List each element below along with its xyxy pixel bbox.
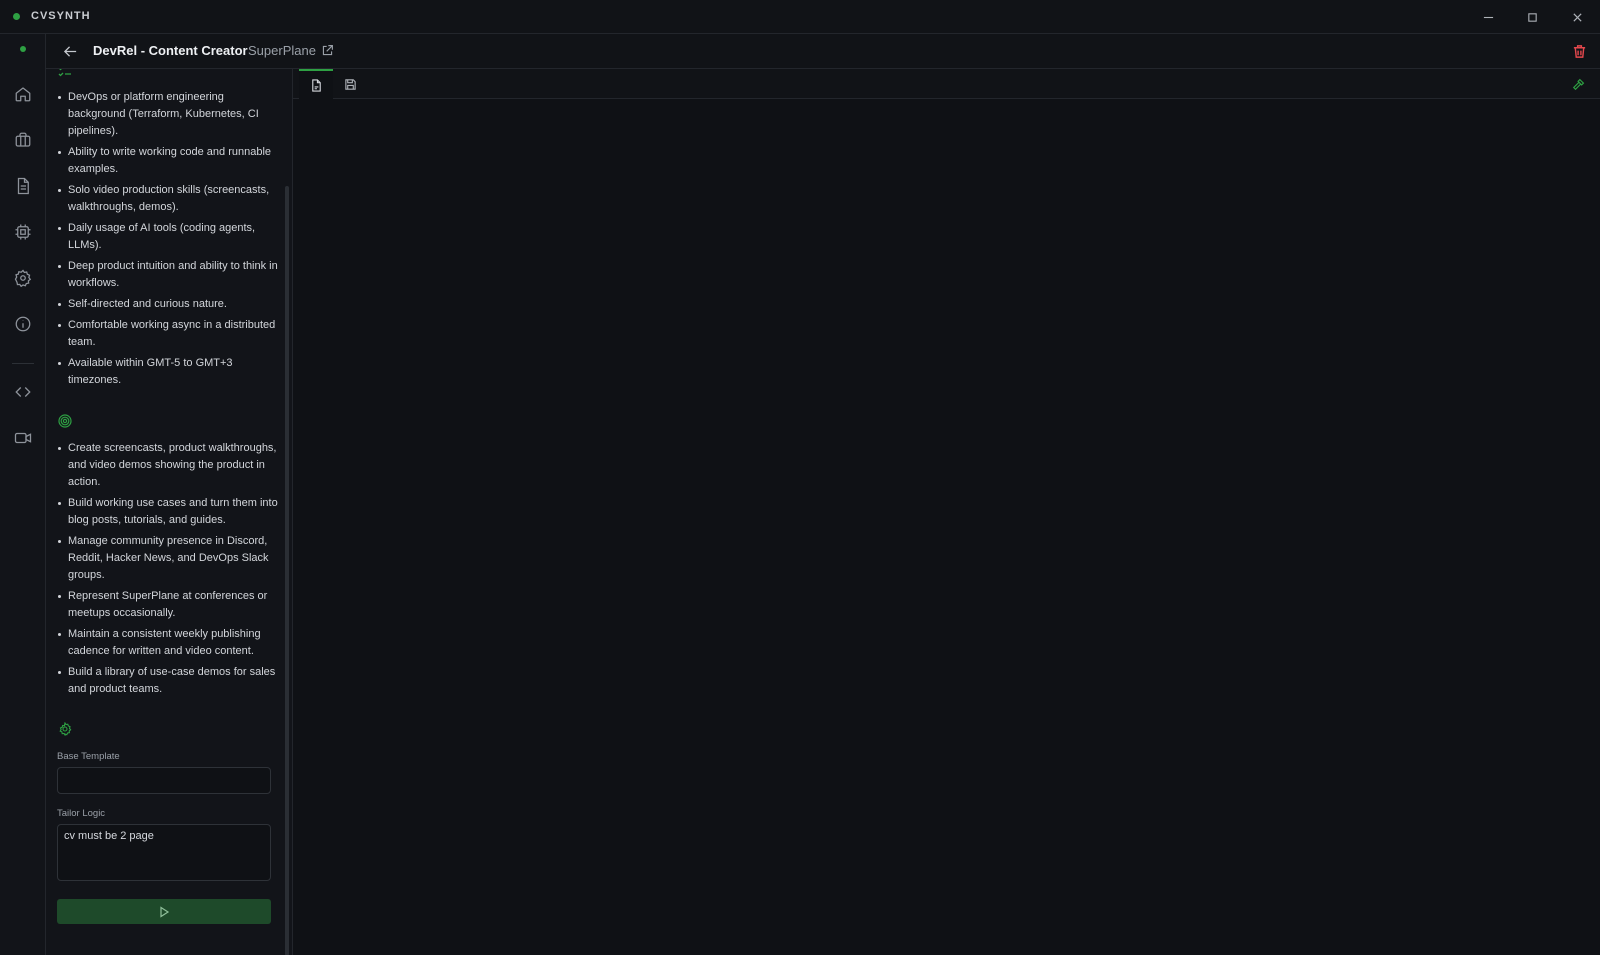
list-item: Comfortable working async in a distribut… [58,317,280,351]
minimize-icon[interactable] [1477,6,1499,28]
info-icon[interactable] [11,312,35,336]
panel-scrollbar[interactable] [285,186,289,955]
chip-icon[interactable] [11,220,35,244]
base-template-label: Base Template [57,751,120,762]
list-item: Build a library of use-case demos for sa… [58,664,280,698]
hammer-icon[interactable] [1570,75,1588,93]
run-button[interactable] [57,899,271,924]
tab-save[interactable] [333,69,367,99]
trash-icon[interactable] [1568,40,1590,62]
list-item: Ability to write working code and runnab… [58,144,280,178]
list-item: Manage community presence in Discord, Re… [58,533,280,584]
job-title: DevRel - Content Creator [93,43,248,58]
list-item: DevOps or platform engineering backgroun… [58,89,280,140]
tailor-logic-textarea[interactable]: cv must be 2 page [57,824,271,881]
base-template-input[interactable] [57,767,271,794]
external-link-icon[interactable] [318,41,336,59]
list-item: Build working use cases and turn them in… [58,495,280,529]
code-icon[interactable] [11,380,35,404]
list-item: Daily usage of AI tools (coding agents, … [58,220,280,254]
home-icon[interactable] [11,82,35,106]
list-item: Create screencasts, product walkthroughs… [58,440,280,491]
status-dot [20,46,26,52]
title-bar: CVSYNTH [0,0,1600,34]
document-preview-area [293,69,1600,955]
play-icon [160,905,170,918]
company-name: SuperPlane [248,43,316,58]
checklist-icon [58,69,72,79]
document-icon[interactable] [11,174,35,198]
video-icon[interactable] [11,426,35,450]
gear-icon[interactable] [11,266,35,290]
briefcase-icon[interactable] [11,128,35,152]
list-item: Deep product intuition and ability to th… [58,258,280,292]
tab-document[interactable] [299,69,333,99]
job-details-panel: DevOps or platform engineering backgroun… [46,69,293,955]
app-name: CVSYNTH [31,10,91,22]
gear-icon [58,721,72,737]
nav-rail [0,34,46,955]
list-item: Available within GMT-5 to GMT+3 timezone… [58,355,280,389]
target-icon [58,414,72,428]
tailor-logic-label: Tailor Logic [57,808,106,819]
rail-divider [12,363,34,364]
list-item: Maintain a consistent weekly publishing … [58,626,280,660]
requirements-list: DevOps or platform engineering backgroun… [58,89,280,393]
close-icon[interactable] [1566,6,1588,28]
file-icon [311,78,321,92]
list-item: Represent SuperPlane at conferences or m… [58,588,280,622]
list-item: Self-directed and curious nature. [58,296,280,313]
responsibilities-list: Create screencasts, product walkthroughs… [58,440,280,702]
save-icon [344,78,356,90]
app-status-dot [13,13,20,20]
list-item: Solo video production skills (screencast… [58,182,280,216]
editor-toolbar [293,69,1600,99]
job-header: DevRel - Content Creator SuperPlane [46,34,1600,69]
back-arrow-icon[interactable] [60,41,80,61]
maximize-icon[interactable] [1521,6,1543,28]
